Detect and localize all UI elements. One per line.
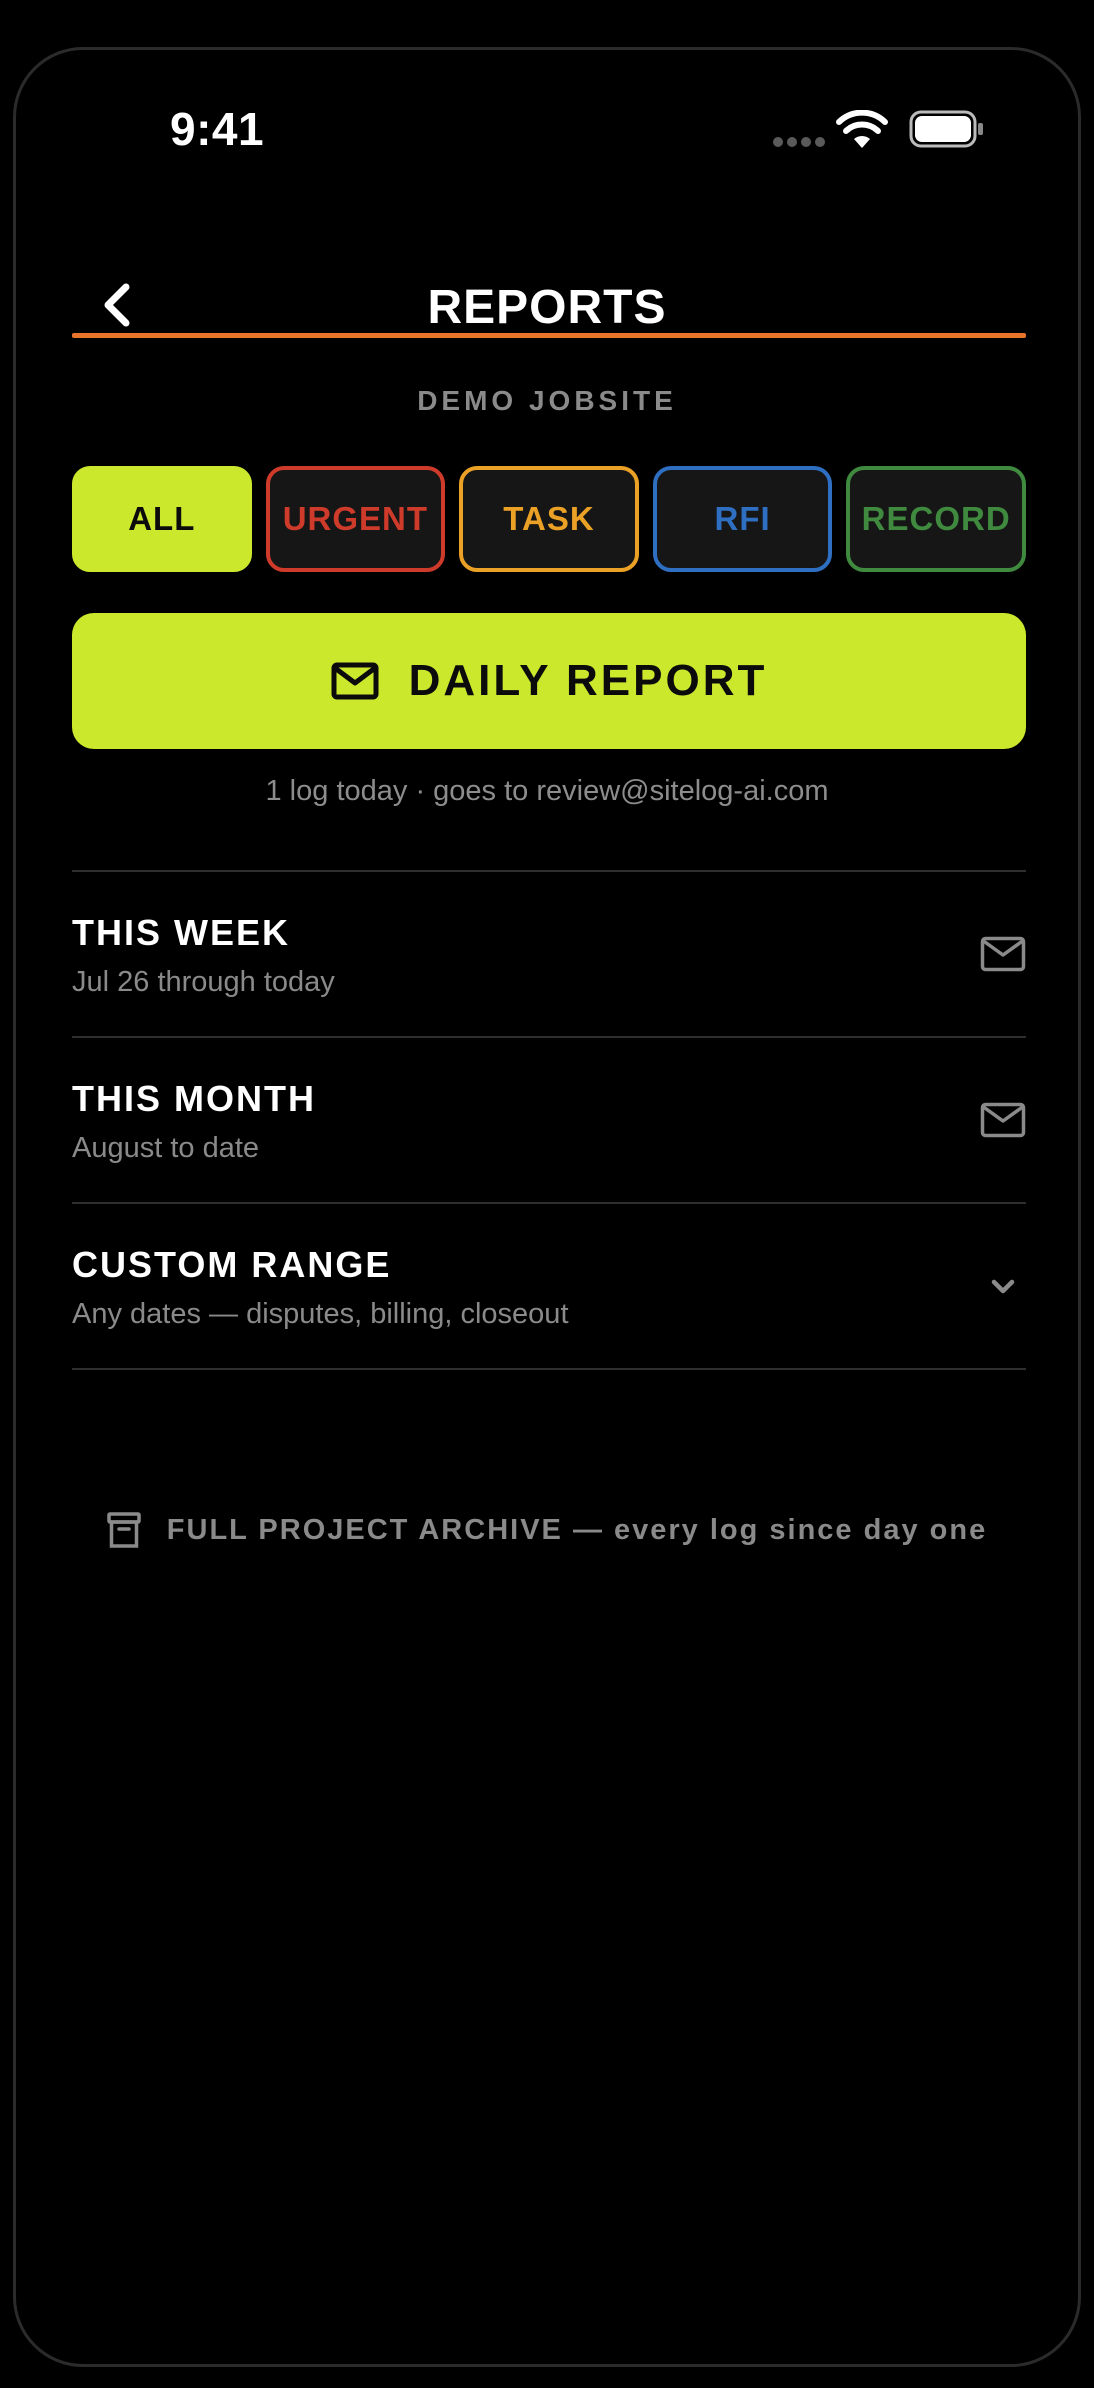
filter-chip-all[interactable]: ALL	[72, 466, 252, 572]
report-row-this-week[interactable]: THIS WEEK Jul 26 through today	[72, 872, 1026, 1036]
page-title: REPORTS	[427, 281, 667, 334]
phone-frame: 9:41 REPORTS DEMO JOBSITE ALL URGENT TAS…	[13, 47, 1081, 2367]
mail-icon[interactable]	[980, 1102, 1026, 1138]
list-divider	[72, 1368, 1026, 1370]
archive-label: FULL PROJECT ARCHIVE — every log since d…	[166, 1513, 988, 1546]
status-time: 9:41	[170, 103, 265, 155]
daily-report-subtitle: 1 log today · goes to review@sitelog-ai.…	[265, 775, 829, 807]
daily-report-label: DAILY REPORT	[408, 656, 768, 705]
report-subtitle: Any dates — disputes, billing, closeout	[72, 1298, 569, 1330]
filter-chip-task[interactable]: TASK	[459, 466, 639, 572]
report-subtitle: August to date	[72, 1132, 260, 1164]
report-list: THIS WEEK Jul 26 through today THIS MONT…	[72, 870, 1026, 1370]
daily-report-button[interactable]: DAILY REPORT	[72, 613, 1026, 749]
mail-icon[interactable]	[980, 936, 1026, 972]
mail-icon	[331, 662, 379, 700]
header-divider	[72, 333, 1026, 338]
report-subtitle: Jul 26 through today	[72, 966, 335, 998]
full-project-archive-link[interactable]: FULL PROJECT ARCHIVE — every log since d…	[16, 1512, 1078, 1548]
report-row-custom-range[interactable]: CUSTOM RANGE Any dates — disputes, billi…	[72, 1204, 1026, 1368]
wifi-icon	[836, 110, 888, 148]
report-title: CUSTOM RANGE	[72, 1244, 392, 1285]
archive-icon	[107, 1512, 141, 1548]
jobsite-label: DEMO JOBSITE	[417, 385, 677, 416]
report-title: THIS WEEK	[72, 912, 291, 953]
filter-chip-urgent[interactable]: URGENT	[265, 466, 446, 572]
report-title: THIS MONTH	[72, 1078, 316, 1119]
filter-chips: ALL URGENT TASK RFI RECORD	[72, 466, 1026, 572]
report-row-this-month[interactable]: THIS MONTH August to date	[72, 1038, 1026, 1202]
filter-chip-record[interactable]: RECORD	[846, 466, 1026, 572]
cellular-signal-icon	[773, 137, 825, 147]
chevron-down-icon[interactable]	[980, 1270, 1026, 1306]
battery-icon	[909, 110, 983, 148]
filter-chip-rfi[interactable]: RFI	[652, 466, 833, 572]
